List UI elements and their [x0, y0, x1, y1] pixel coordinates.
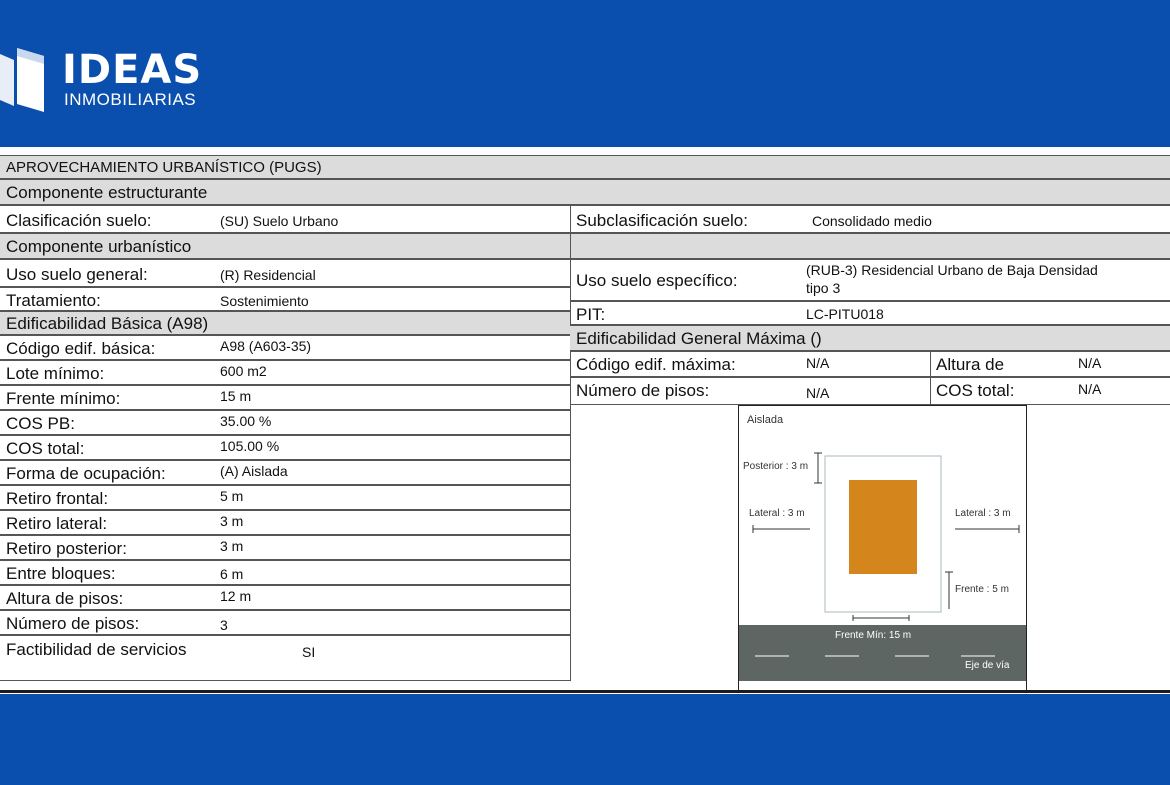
maxima-cos-label: COS total: — [936, 381, 1015, 400]
basica-label: Lote mínimo: — [6, 364, 105, 383]
basica-label: Altura de pisos: — [6, 589, 124, 608]
uso-especifico-value-2: tipo 3 — [806, 280, 841, 296]
pit-row: PIT: LC-PITU018 — [570, 301, 1170, 325]
label-frente: Frente : 5 m — [955, 584, 1009, 595]
basica-row: Retiro frontal: 5 m — [0, 485, 570, 510]
column-separator — [570, 205, 571, 681]
uso-general-value: (R) Residencial — [220, 267, 316, 283]
basica-value: 3 — [220, 617, 228, 633]
basica-value: (A) Aislada — [220, 463, 288, 479]
basica-row: Forma de ocupación: (A) Aislada — [0, 460, 570, 485]
basica-value: 600 m2 — [220, 363, 267, 379]
basica-row: COS total: 105.00 % — [0, 435, 570, 460]
maxima-altura-value: N/A — [1078, 355, 1102, 371]
maxima-pisos-row: Número de pisos: N/A COS total: N/A — [570, 377, 1170, 405]
label-lateral-left: Lateral : 3 m — [749, 508, 805, 519]
basica-label: Entre bloques: — [6, 564, 116, 583]
setback-diagram-svg — [739, 452, 1026, 681]
basica-value: 3 m — [220, 513, 244, 529]
basica-row: Retiro lateral: 3 m — [0, 510, 570, 535]
basica-row: COS PB: 35.00 % — [0, 410, 570, 435]
basica-value: 12 m — [220, 588, 252, 604]
maxima-pisos-label: Número de pisos: — [576, 381, 710, 400]
basica-row: Entre bloques: 6 m — [0, 560, 570, 585]
basica-label: Retiro lateral: — [6, 514, 108, 533]
maxima-cos-value: N/A — [1078, 381, 1102, 397]
basica-row: Retiro posterior: 3 m — [0, 535, 570, 560]
basica-value: 6 m — [220, 566, 244, 582]
label-lateral-right: Lateral : 3 m — [955, 508, 1011, 519]
basica-label: COS PB: — [6, 414, 75, 433]
subclasificacion-value: Consolidado medio — [812, 213, 932, 229]
basica-value: A98 (A603-35) — [220, 338, 312, 354]
basica-title: Edificabilidad Básica (A98) — [6, 314, 209, 333]
basica-label: Código edif. básica: — [6, 339, 156, 358]
estructurante-title-row: Componente estructurante — [0, 179, 1170, 205]
maxima-title-row: Edificabilidad General Máxima () — [570, 325, 1170, 351]
basica-value: 5 m — [220, 488, 244, 504]
maxima-codigo-row: Código edif. máxima: N/A Altura de N/A — [570, 351, 1170, 377]
factibilidad-label: Factibilidad de servicios — [6, 640, 187, 659]
label-posterior: Posterior : 3 m — [743, 461, 809, 472]
pit-value: LC-PITU018 — [806, 306, 884, 322]
clasificacion-row: Clasificación suelo: (SU) Suelo Urbano S… — [0, 205, 1170, 233]
uso-especifico-row: Uso suelo específico: (RUB-3) Residencia… — [570, 259, 1170, 301]
basica-label: Retiro frontal: — [6, 489, 109, 508]
basica-label: Frente mínimo: — [6, 389, 121, 408]
uso-especifico-label: Uso suelo específico: — [576, 271, 738, 290]
basica-row: Frente mínimo: 15 m — [0, 385, 570, 410]
building-footprint — [849, 480, 917, 574]
basica-row: Número de pisos: 3 — [0, 610, 570, 635]
document-sheet: APROVECHAMIENTO URBANÍSTICO (PUGS) Compo… — [0, 147, 1170, 694]
basica-value: 105.00 % — [220, 438, 280, 454]
basica-label: Forma de ocupación: — [6, 464, 166, 483]
header-row: APROVECHAMIENTO URBANÍSTICO (PUGS) — [0, 155, 1170, 179]
label-aislada: Aislada — [747, 414, 784, 426]
logo-mark-icon — [0, 48, 44, 112]
page-title: APROVECHAMIENTO URBANÍSTICO (PUGS) — [6, 159, 322, 176]
urbanistico-title: Componente urbanístico — [6, 237, 192, 256]
logo: IDEAS INMOBILIARIAS — [0, 46, 220, 116]
maxima-title: Edificabilidad General Máxima () — [576, 329, 822, 348]
tratamiento-value: Sostenimiento — [220, 293, 309, 309]
basica-value: 15 m — [220, 388, 252, 404]
maxima-separator — [930, 351, 931, 405]
basica-label: Retiro posterior: — [6, 539, 127, 558]
basica-value: 3 m — [220, 538, 244, 554]
logo-subtitle: INMOBILIARIAS — [64, 90, 197, 109]
estructurante-title: Componente estructurante — [6, 183, 208, 202]
subclasificacion-label: Subclasificación suelo: — [576, 211, 748, 230]
basica-row: Altura de pisos: 12 m — [0, 585, 570, 610]
uso-especifico-value-1: (RUB-3) Residencial Urbano de Baja Densi… — [806, 262, 1098, 278]
maxima-altura-label: Altura de — [936, 355, 1005, 374]
maxima-pisos-value: N/A — [806, 385, 830, 401]
basica-value: 35.00 % — [220, 413, 272, 429]
setback-diagram: Aislada Posterior : 3 m Lateral : 3 m La… — [738, 405, 1027, 692]
sheet-bottom-border — [0, 690, 1170, 693]
label-frente-min: Frente Mín: 15 m — [835, 630, 912, 641]
tratamiento-row: Tratamiento: Sostenimiento — [0, 287, 570, 311]
basica-title-row: Edificabilidad Básica (A98) — [0, 311, 570, 335]
factibilidad-value: SI — [302, 644, 316, 660]
clasificacion-label: Clasificación suelo: — [6, 211, 152, 230]
basica-label: Número de pisos: — [6, 614, 140, 633]
basica-row: Lote mínimo: 600 m2 — [0, 360, 570, 385]
clasificacion-value: (SU) Suelo Urbano — [220, 213, 339, 229]
uso-general-row: Uso suelo general: (R) Residencial — [0, 259, 570, 287]
logo-title: IDEAS — [62, 47, 203, 93]
urbanistico-title-row: Componente urbanístico — [0, 233, 1170, 259]
basica-row: Código edif. básica: A98 (A603-35) — [0, 335, 570, 360]
tratamiento-label: Tratamiento: — [6, 291, 101, 310]
uso-general-label: Uso suelo general: — [6, 265, 148, 284]
pit-label: PIT: — [576, 305, 606, 324]
maxima-codigo-label: Código edif. máxima: — [576, 355, 736, 374]
factibilidad-row: Factibilidad de servicios SI — [0, 635, 570, 681]
maxima-codigo-value: N/A — [806, 355, 830, 371]
basica-label: COS total: — [6, 439, 85, 458]
label-eje-via: Eje de vía — [965, 660, 1010, 671]
